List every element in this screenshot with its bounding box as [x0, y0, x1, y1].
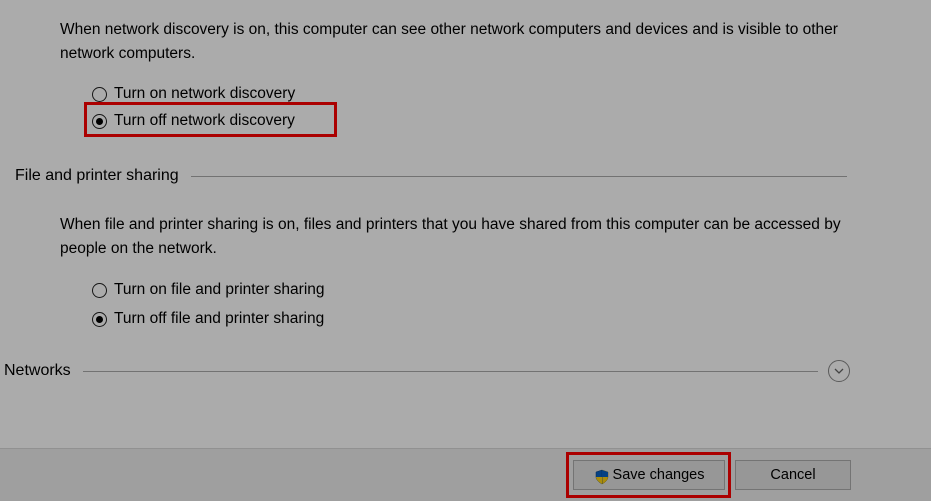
section-label: Networks [4, 362, 71, 380]
divider-line [191, 176, 847, 177]
save-button[interactable]: Save changes [573, 460, 725, 490]
radio-label: Turn off file and printer sharing [114, 310, 324, 328]
section-header-networks[interactable]: Networks [4, 360, 850, 382]
radio-checked-icon [92, 114, 107, 129]
chevron-down-icon[interactable] [828, 360, 850, 382]
radio-row-fps-off[interactable]: Turn off file and printer sharing [92, 308, 324, 330]
section-header-fps[interactable]: File and printer sharing [15, 167, 847, 185]
divider-line [83, 371, 818, 372]
cancel-button[interactable]: Cancel [735, 460, 851, 490]
section-label: File and printer sharing [15, 167, 179, 185]
radio-label: Turn on network discovery [114, 85, 295, 103]
save-button-label: Save changes [613, 461, 705, 489]
radio-row-nd-on[interactable]: Turn on network discovery [92, 83, 295, 105]
radio-label: Turn on file and printer sharing [114, 281, 325, 299]
button-bar: Save changes Cancel [0, 448, 931, 501]
radio-unchecked-icon [92, 283, 107, 298]
cancel-button-label: Cancel [770, 461, 815, 489]
fps-description: When file and printer sharing is on, fil… [60, 213, 850, 261]
radio-label: Turn off network discovery [114, 112, 295, 130]
shield-icon [594, 467, 610, 483]
radio-row-fps-on[interactable]: Turn on file and printer sharing [92, 279, 325, 301]
network-discovery-description: When network discovery is on, this compu… [60, 18, 850, 66]
radio-row-nd-off[interactable]: Turn off network discovery [92, 110, 295, 132]
radio-unchecked-icon [92, 87, 107, 102]
radio-checked-icon [92, 312, 107, 327]
content-area: When network discovery is on, this compu… [0, 0, 931, 448]
